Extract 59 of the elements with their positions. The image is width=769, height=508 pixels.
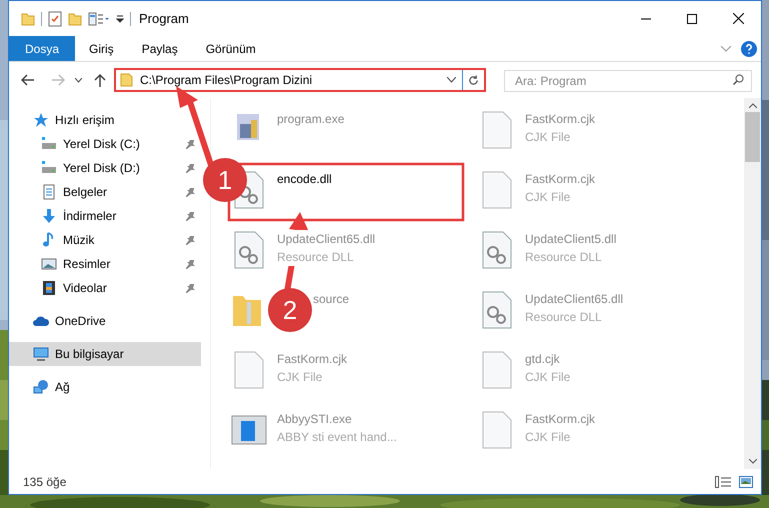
properties-icon[interactable] [88, 12, 110, 26]
window-title: Program [139, 10, 189, 28]
chevron-down-icon[interactable] [75, 78, 82, 82]
drive-icon [41, 136, 57, 152]
sidebar-item[interactable]: Belgeler [9, 180, 201, 204]
scrollbar-thumb[interactable] [745, 112, 760, 162]
download-arrow-icon [41, 208, 57, 224]
folder-icon[interactable] [21, 12, 35, 26]
drive-icon [41, 160, 57, 176]
file-type: Resource DLL [277, 248, 354, 266]
pin-icon[interactable] [186, 260, 195, 268]
film-icon [41, 280, 57, 296]
star-icon [33, 112, 49, 128]
maximize-icon [687, 14, 697, 24]
picture-icon [41, 256, 57, 272]
pin-icon[interactable] [186, 188, 195, 196]
chevron-down-icon[interactable] [447, 77, 456, 83]
address-bar[interactable]: C:\Program Files\Program Dizini [114, 68, 486, 92]
customize-toolbar-icon[interactable] [116, 14, 124, 24]
ribbon-tab[interactable]: Giriş [75, 36, 128, 61]
up-arrow-icon[interactable] [94, 73, 106, 87]
sidebar-item[interactable]: Ağ [9, 375, 201, 399]
sidebar-item[interactable]: Bu bilgisayar [9, 342, 201, 366]
scroll-up-icon[interactable] [748, 103, 756, 108]
sidebar-item[interactable]: Müzik [9, 228, 201, 252]
pin-icon[interactable] [186, 284, 195, 292]
ribbon-tab[interactable]: Görünüm [192, 36, 270, 61]
refresh-icon[interactable] [468, 74, 479, 86]
ribbon-tab[interactable]: Dosya [9, 36, 76, 61]
forward-arrow-icon[interactable] [51, 74, 65, 86]
sidebar-item[interactable]: İndirmeler [9, 204, 201, 228]
folder-icon [120, 73, 134, 87]
checklist-icon[interactable] [48, 10, 62, 26]
sidebar-item[interactable]: Hızlı erişim [9, 108, 201, 132]
folder-icon[interactable] [68, 12, 82, 26]
scroll-down-icon[interactable] [748, 459, 756, 464]
document-icon [41, 184, 57, 200]
network-icon [33, 379, 49, 395]
sidebar-item[interactable]: Videolar [9, 276, 201, 300]
pin-icon[interactable] [186, 140, 195, 148]
help-icon[interactable] [741, 40, 757, 56]
sidebar-item[interactable]: Yerel Disk (D:) [9, 156, 201, 180]
address-path: C:\Program Files\Program Dizini [140, 72, 312, 89]
sidebar-item[interactable]: OneDrive [9, 309, 201, 333]
search-icon [733, 74, 744, 85]
pin-icon[interactable] [186, 236, 195, 244]
large-icons-view-icon[interactable] [739, 476, 753, 488]
pin-icon[interactable] [186, 212, 195, 220]
details-view-icon[interactable] [715, 476, 731, 488]
scrollbar[interactable] [744, 98, 761, 469]
ribbon-tab[interactable]: Paylaş [128, 36, 192, 61]
close-icon [732, 13, 744, 24]
sidebar-item[interactable]: Resimler [9, 252, 201, 276]
monitor-icon [33, 346, 49, 362]
back-arrow-icon[interactable] [21, 74, 35, 86]
pin-icon[interactable] [186, 164, 195, 172]
item-count: 135 öğe [23, 474, 66, 490]
sidebar-item[interactable]: Yerel Disk (C:) [9, 132, 201, 156]
search-field[interactable]: Ara: Program [504, 70, 752, 92]
